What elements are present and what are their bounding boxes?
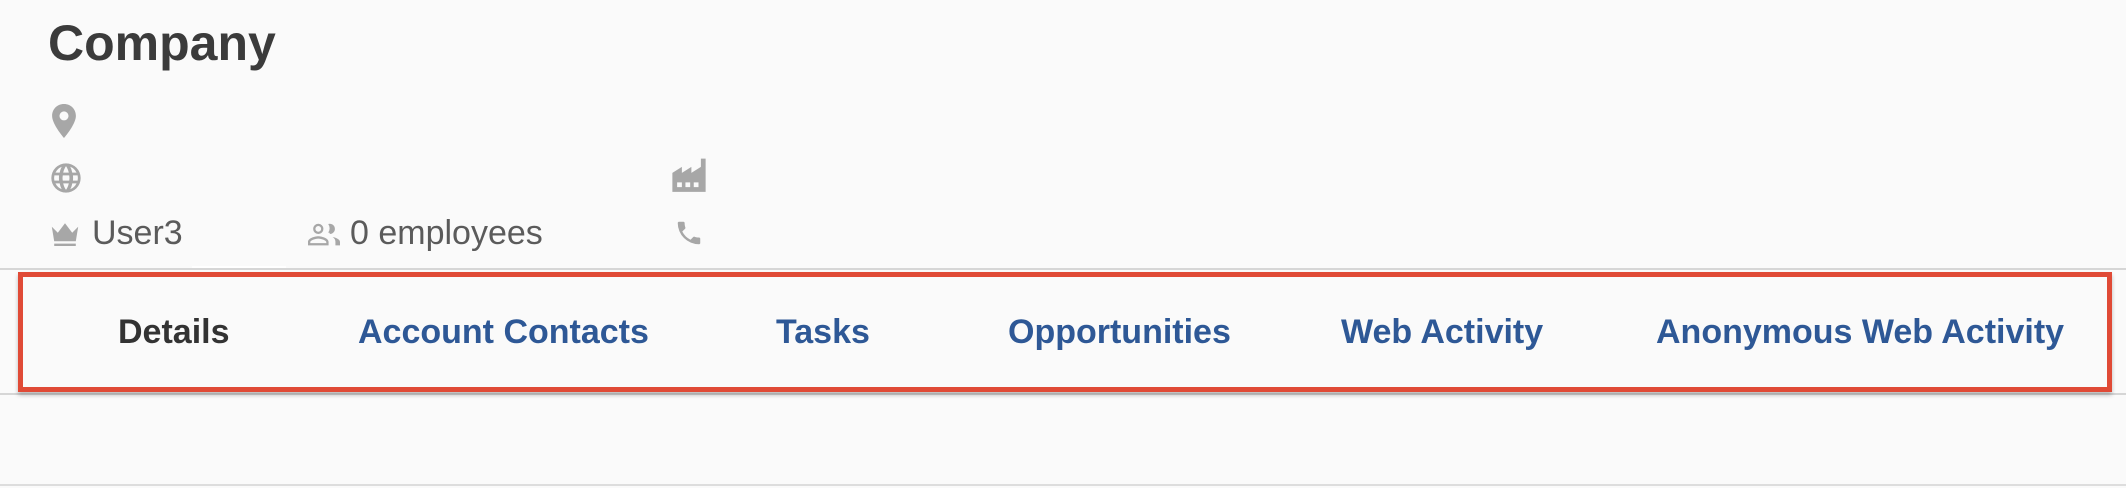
factory-icon <box>672 158 706 192</box>
crown-icon <box>51 223 79 246</box>
tabs-highlight-box <box>18 272 2112 392</box>
people-icon <box>308 223 340 246</box>
phone-icon <box>677 221 701 245</box>
location-pin-icon <box>52 104 76 138</box>
employee-count: 0 employees <box>350 214 543 252</box>
tabs-divider <box>0 393 2126 395</box>
page-title: Company <box>48 15 276 71</box>
globe-icon <box>51 163 81 193</box>
content-divider <box>0 484 2126 486</box>
header-divider <box>0 268 2126 270</box>
owner-name[interactable]: User3 <box>92 214 183 253</box>
